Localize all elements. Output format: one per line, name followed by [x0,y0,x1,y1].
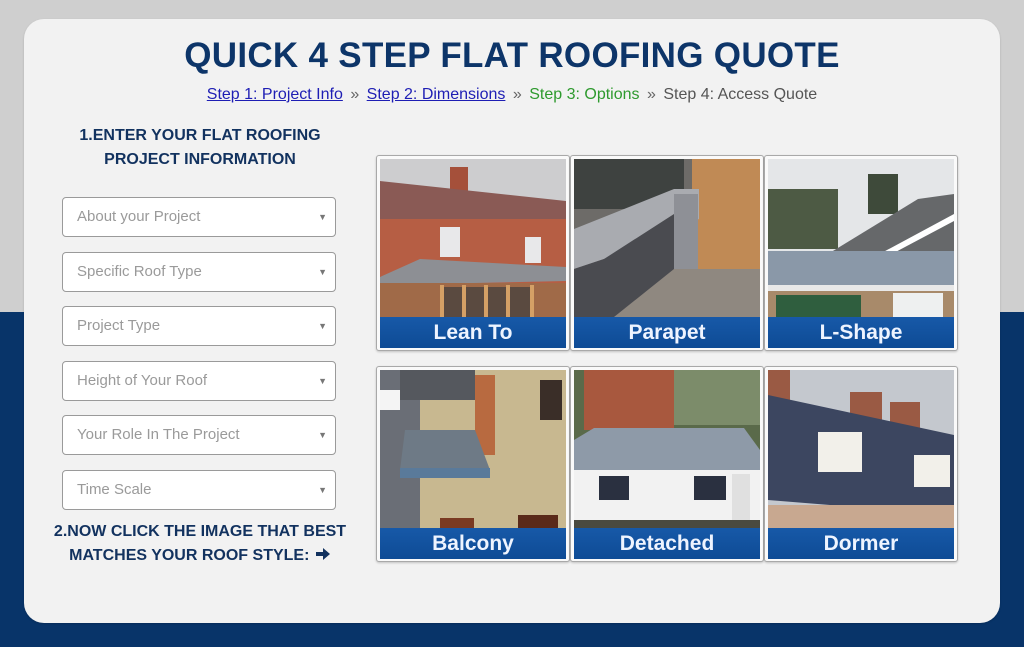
role-select[interactable]: Your Role In The Project ▼ [62,415,336,455]
step-4-pending: Step 4: Access Quote [663,86,818,103]
balcony-photo [380,370,566,528]
roof-height-select[interactable]: Height of Your Roof ▼ [62,361,336,401]
step-1-link[interactable]: Step 1: Project Info [207,86,343,103]
time-scale-select[interactable]: Time Scale ▼ [62,470,336,510]
chevron-down-icon: ▼ [318,321,327,331]
project-info-heading: 1.ENTER YOUR FLAT ROOFING PROJECT INFORM… [79,127,321,168]
roof-style-label: Lean To [380,317,566,348]
roof-style-detached[interactable]: Detached [570,366,764,562]
breadcrumb-separator: » [646,86,656,103]
step-3-current: Step 3: Options [529,86,640,103]
roof-style-label: Detached [574,528,760,559]
chevron-down-icon: ▼ [318,485,327,495]
choose-style-text: 2.NOW CLICK THE IMAGE THAT BEST MATCHES … [53,523,347,564]
step-2-link[interactable]: Step 2: Dimensions [367,86,506,103]
select-placeholder: Project Type [77,317,161,334]
l-shape-photo [768,159,954,317]
step-breadcrumb: Step 1: Project Info » Step 2: Dimension… [0,86,1024,104]
roof-style-label: Parapet [574,317,760,348]
detached-photo [574,370,760,528]
dormer-photo [768,370,954,528]
roof-style-parapet[interactable]: Parapet [570,155,764,351]
breadcrumb-separator: » [512,86,522,103]
page-title: QUICK 4 STEP FLAT ROOFING QUOTE [184,36,840,75]
roof-style-l-shape[interactable]: L-Shape [764,155,958,351]
chevron-down-icon: ▼ [318,267,327,277]
select-placeholder: Time Scale [77,481,152,498]
roof-style-lean-to[interactable]: Lean To [376,155,570,351]
lean-to-photo [380,159,566,317]
parapet-photo [574,159,760,317]
choose-style-heading: 2.NOW CLICK THE IMAGE THAT BEST MATCHES … [50,520,350,568]
project-type-select[interactable]: Project Type ▼ [62,306,336,346]
chevron-down-icon: ▼ [318,212,327,222]
chevron-down-icon: ▼ [318,376,327,386]
arrow-right-icon [315,548,330,560]
select-placeholder: Height of Your Roof [77,372,208,389]
roof-style-label: L-Shape [768,317,954,348]
roof-style-dormer[interactable]: Dormer [764,366,958,562]
chevron-down-icon: ▼ [318,430,327,440]
roof-style-balcony[interactable]: Balcony [376,366,570,562]
select-placeholder: Specific Roof Type [77,263,202,280]
roof-style-label: Balcony [380,528,566,559]
select-placeholder: Your Role In The Project [77,426,240,443]
select-placeholder: About your Project [77,208,201,225]
breadcrumb-separator: » [350,86,360,103]
about-project-select[interactable]: About your Project ▼ [62,197,336,237]
roof-style-label: Dormer [768,528,954,559]
roof-type-select[interactable]: Specific Roof Type ▼ [62,252,336,292]
